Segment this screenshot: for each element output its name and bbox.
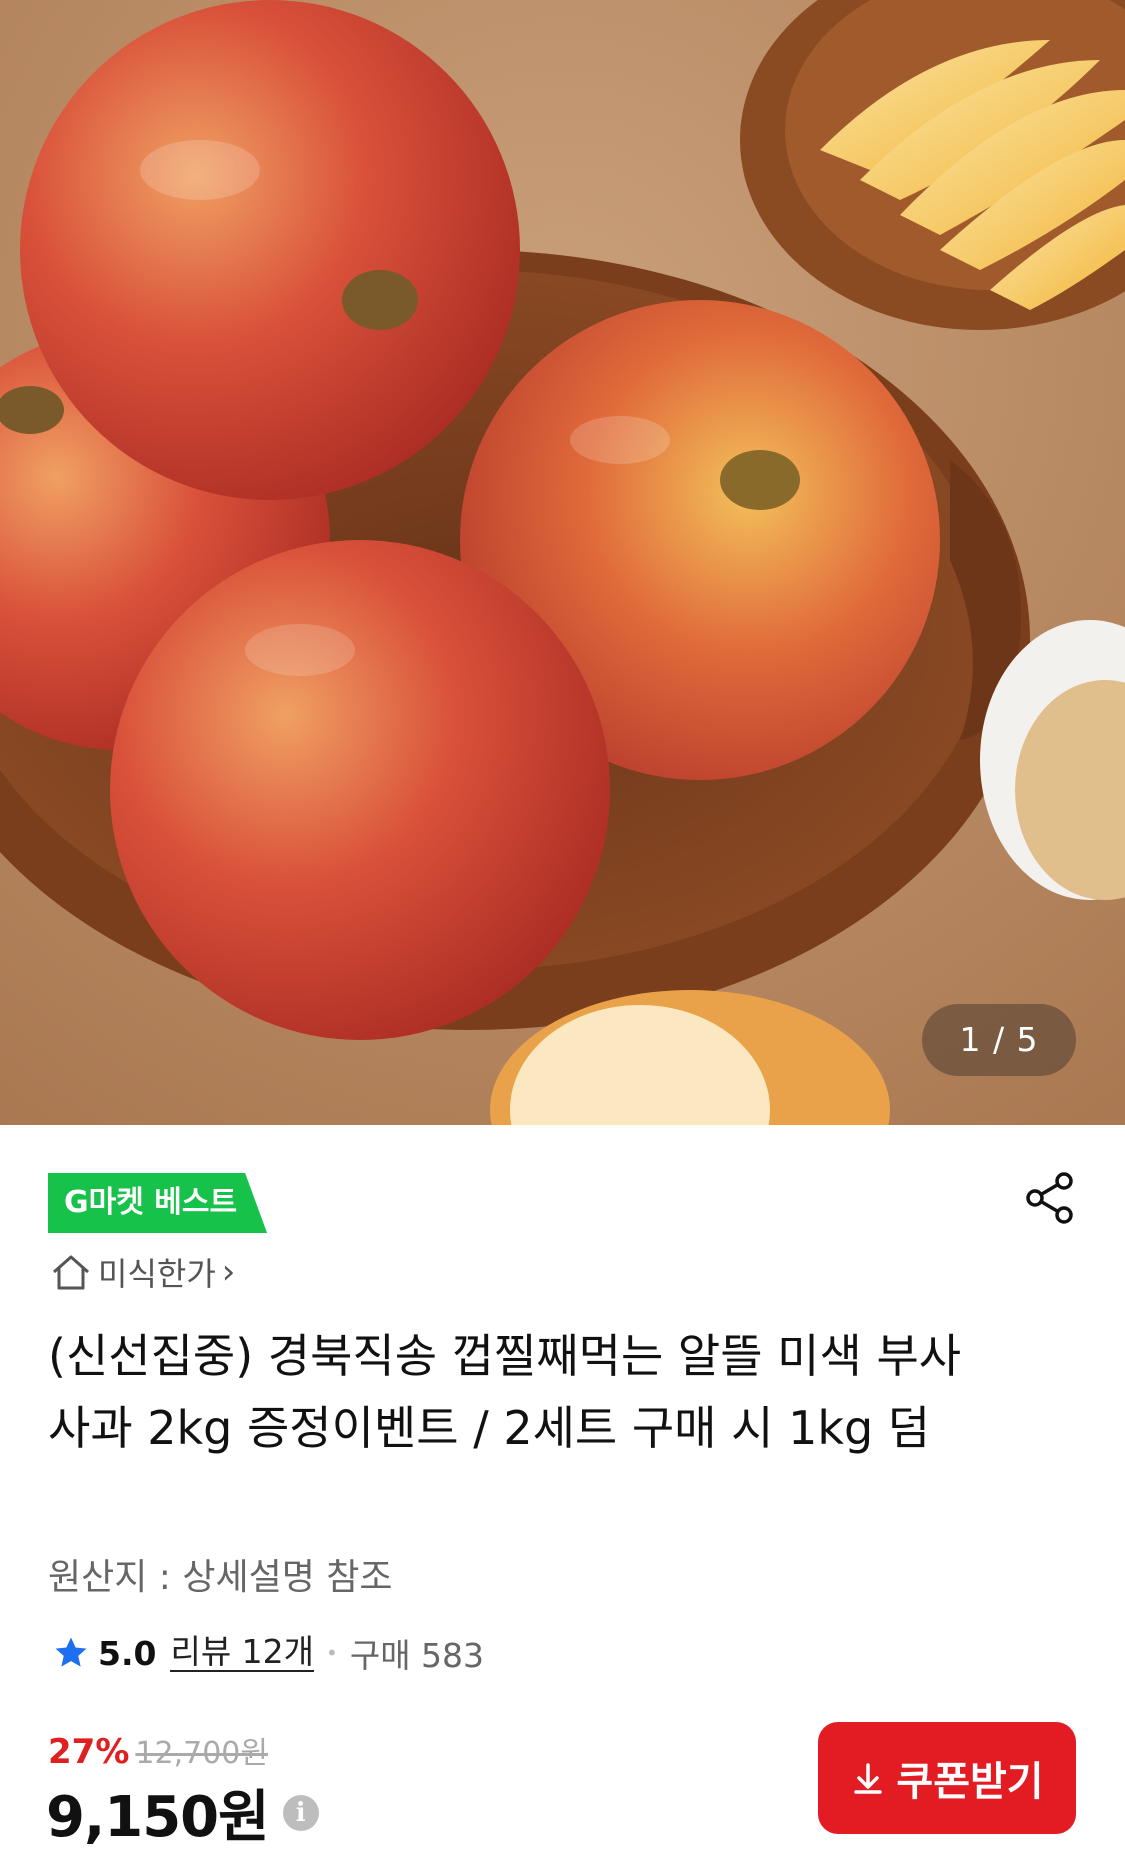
final-price: 9,150원 bbox=[46, 1785, 270, 1850]
coupon-label: 쿠폰받기 bbox=[896, 1759, 1044, 1805]
original-price: 12,700원 bbox=[135, 1736, 268, 1771]
product-photo bbox=[0, 0, 1125, 1125]
image-page-counter: 1 / 5 bbox=[922, 1004, 1076, 1076]
purchase-count: 구매 583 bbox=[349, 1636, 485, 1675]
product-image-carousel[interactable]: 1 / 5 bbox=[0, 0, 1125, 1125]
separator-dot: • bbox=[326, 1641, 338, 1665]
review-count-link[interactable]: 리뷰 12개 bbox=[170, 1634, 315, 1672]
discount-row: 27% 12,700원 bbox=[48, 1728, 268, 1772]
home-icon bbox=[53, 1255, 89, 1290]
download-icon bbox=[854, 1763, 883, 1794]
chevron-right-icon: › bbox=[221, 1252, 236, 1292]
store-name: 미식한가 bbox=[98, 1255, 216, 1293]
star-icon bbox=[55, 1637, 87, 1667]
discount-rate: 27% bbox=[48, 1732, 130, 1772]
store-link[interactable]: 미식한가 › bbox=[50, 1247, 235, 1297]
product-origin: 원산지 : 상세설명 참조 bbox=[48, 1557, 393, 1598]
best-badge: G마켓 베스트 bbox=[48, 1173, 267, 1233]
info-icon[interactable]: i bbox=[282, 1794, 319, 1831]
coupon-download-button[interactable]: 쿠폰받기 bbox=[818, 1722, 1076, 1834]
rating-summary: 5.0 리뷰 12개 • 구매 583 bbox=[52, 1630, 484, 1676]
rating-score: 5.0 bbox=[98, 1633, 157, 1673]
price-row: 9,150원 i bbox=[46, 1772, 319, 1853]
share-icon[interactable] bbox=[1022, 1170, 1078, 1226]
product-title: (신선집중) 경북직송 껍찔째먹는 알뜰 미색 부사 사과 2kg 증정이벤트 … bbox=[48, 1329, 962, 1455]
